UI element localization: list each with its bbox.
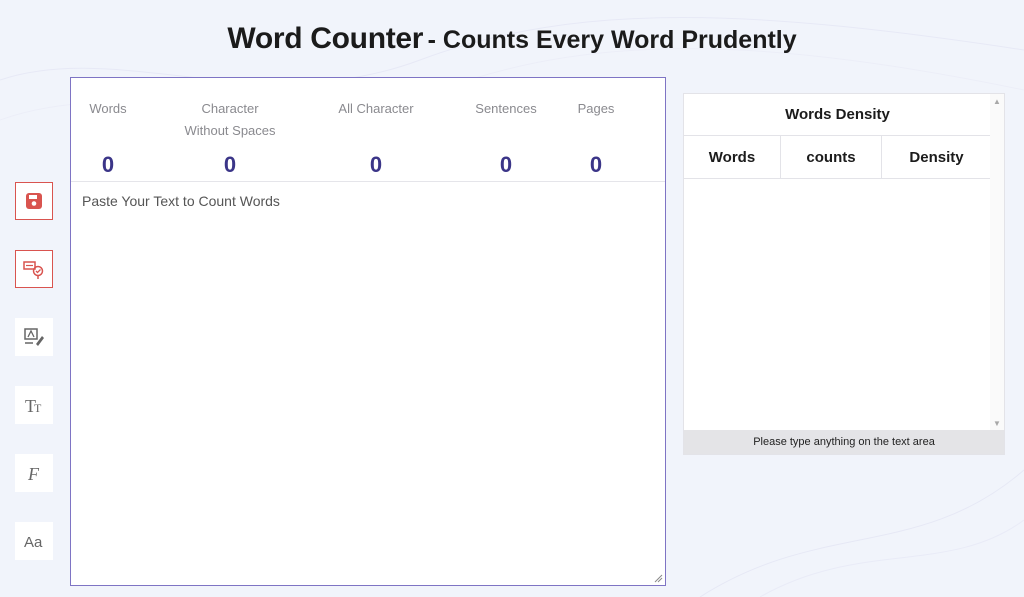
density-title: Words Density [684, 94, 991, 136]
stat-words-label: Words [89, 101, 127, 116]
stat-char-no-spaces-label: Character [201, 101, 259, 116]
spell-check-button[interactable] [15, 250, 53, 288]
case-change-icon: Aa [24, 534, 43, 551]
stat-char-no-spaces-label-2: Without Spaces [184, 123, 276, 138]
stat-pages-value: 0 [589, 152, 603, 177]
svg-text:F: F [27, 464, 40, 484]
density-col-counts: counts [781, 136, 882, 179]
density-table-header: Words counts Density [684, 136, 991, 179]
resize-grip-icon[interactable] [654, 574, 663, 583]
text-size-icon: T T [25, 396, 42, 416]
text-edit-icon [24, 328, 44, 346]
svg-text:T: T [34, 401, 42, 415]
stat-pages: Pages 0 [571, 98, 621, 177]
stat-sentences-value: 0 [499, 152, 513, 177]
scroll-down-icon[interactable]: ▼ [993, 419, 1001, 428]
stat-all-char-label: All Character [338, 101, 414, 116]
density-col-density: Density [909, 149, 964, 166]
save-button[interactable] [15, 182, 53, 220]
case-change-button[interactable]: Aa [15, 522, 53, 560]
text-input-area [71, 183, 665, 585]
density-col-words: Words [684, 136, 781, 179]
stats-bar: Words 0 Character Without Spaces 0 All C… [71, 78, 665, 182]
font-style-icon: F [27, 464, 40, 484]
app-title: Word Counter [227, 22, 424, 55]
stat-sentences: Sentences 0 [466, 98, 546, 177]
text-edit-button[interactable] [15, 318, 53, 356]
text-size-button[interactable]: T T [15, 386, 53, 424]
save-icon [26, 193, 42, 209]
stat-words: Words 0 [83, 98, 133, 177]
spell-check-icon [23, 261, 44, 279]
stat-all-char-value: 0 [369, 152, 383, 177]
text-editor-panel: Words 0 Character Without Spaces 0 All C… [70, 77, 666, 586]
words-density-panel: Words Density Words counts Density ▲ ▼ P… [683, 93, 1005, 455]
text-input[interactable] [71, 183, 665, 585]
stat-words-value: 0 [101, 152, 115, 177]
app-subtitle: - Counts Every Word Prudently [427, 26, 797, 54]
page-title: Word Counter - Counts Every Word Prudent… [0, 22, 1024, 56]
font-style-button[interactable]: F [15, 454, 53, 492]
stat-all-char: All Character 0 [331, 98, 421, 177]
stat-sentences-label: Sentences [475, 101, 537, 116]
scroll-up-icon[interactable]: ▲ [993, 97, 1001, 106]
stat-pages-label: Pages [577, 101, 615, 116]
density-scrollbar[interactable]: ▲ ▼ [990, 94, 1004, 431]
svg-text:Aa: Aa [24, 534, 43, 551]
stat-char-no-spaces-value: 0 [223, 152, 237, 177]
density-footer: Please type anything on the text area [684, 430, 1004, 454]
stat-char-no-spaces: Character Without Spaces 0 [175, 98, 285, 177]
